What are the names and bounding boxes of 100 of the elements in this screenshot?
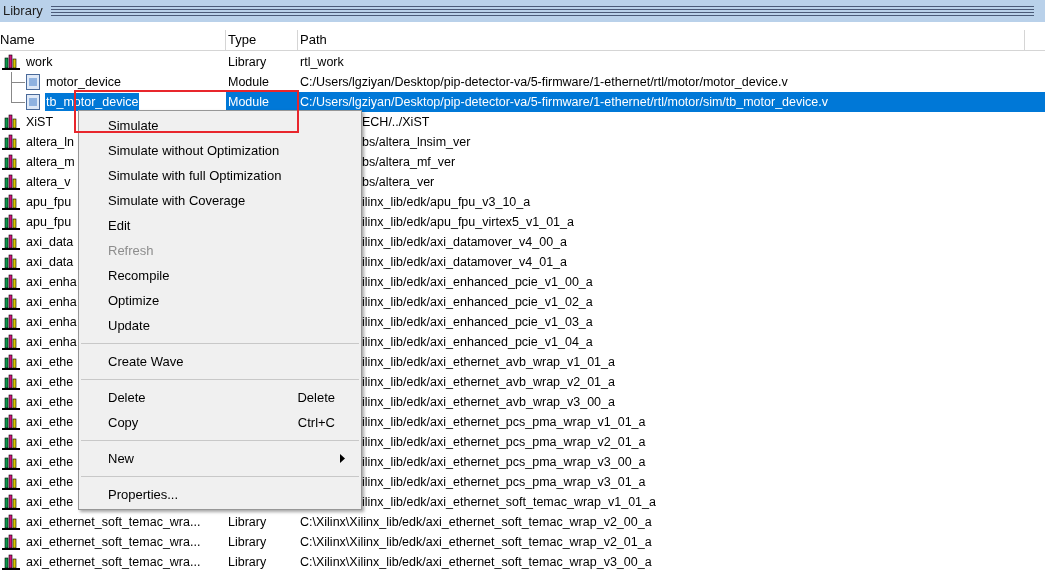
menu-item[interactable]: Update (79, 313, 361, 338)
library-name[interactable]: axi_ethe (25, 492, 75, 512)
path-cell-text: ilinx_lib/edk/axi_ethernet_avb_wrap_v2_01_a (362, 373, 615, 391)
type-cell-text: Library (227, 553, 268, 571)
menu-item[interactable]: Simulate with full Optimization (79, 163, 361, 188)
path-cell-text: ilinx_lib/edk/apu_fpu_virtex5_v1_01_a (362, 213, 574, 231)
menu-item[interactable]: Simulate without Optimization (79, 138, 361, 163)
path-cell-text: ilinx_lib/edk/axi_datamover_v4_00_a (362, 233, 567, 251)
shortcut-label: Delete (297, 388, 335, 407)
library-bars-icon (2, 414, 20, 430)
module-file-icon (26, 74, 40, 90)
library-name[interactable]: axi_ethe (25, 412, 75, 432)
library-bars-icon (2, 54, 20, 70)
library-bars-icon (2, 174, 20, 190)
path-cell-text: C:\Xilinx\Xilinx_lib/edk/axi_ethernet_soft_temac_wrap_v3_00_a (299, 553, 652, 571)
library-bars-icon (2, 154, 20, 170)
path-cell-text: bs/altera_ver (362, 173, 435, 191)
path-cell-text: C:/Users/lgziyan/Desktop/pip-detector-va/5-firmware/1-ethernet/rtl/motor/motor_device.v (299, 73, 788, 91)
path-cell-text: C:\Xilinx\Xilinx_lib/edk/axi_ethernet_soft_temac_wrap_v2_01_a (299, 533, 652, 551)
menu-item[interactable]: Properties... (79, 482, 361, 507)
path-cell-text: ilinx_lib/edk/apu_fpu_v3_10_a (362, 193, 531, 211)
library-name[interactable]: axi_data (25, 232, 75, 252)
library-name[interactable]: apu_fpu (25, 192, 73, 212)
library-bars-icon (2, 374, 20, 390)
path-cell-text: ilinx_lib/edk/axi_datamover_v4_01_a (362, 253, 567, 271)
library-name[interactable]: axi_ethe (25, 392, 75, 412)
library-name[interactable]: apu_fpu (25, 212, 73, 232)
library-bars-icon (2, 454, 20, 470)
path-cell-text: ilinx_lib/edk/axi_ethernet_pcs_pma_wrap_v2_01_a (362, 433, 646, 451)
library-bars-icon (2, 294, 20, 310)
library-bars-icon (2, 254, 20, 270)
column-header[interactable]: Type (226, 30, 298, 50)
library-name[interactable]: altera_m (25, 152, 76, 172)
path-cell-text: ilinx_lib/edk/axi_ethernet_avb_wrap_v1_01_a (362, 353, 615, 371)
library-name[interactable]: axi_enha (25, 312, 78, 332)
path-cell-text: bs/altera_mf_ver (362, 153, 456, 171)
library-bars-icon (2, 394, 20, 410)
type-cell-text: Module (227, 93, 270, 111)
shortcut-label: Ctrl+C (297, 413, 335, 432)
path-cell-text: ilinx_lib/edk/axi_enhanced_pcie_v1_04_a (362, 333, 593, 351)
column-header[interactable]: Name (0, 30, 226, 50)
menu-item[interactable]: Delete Delete (79, 385, 361, 410)
menu-item[interactable]: New (79, 446, 361, 471)
library-name[interactable]: axi_enha (25, 272, 78, 292)
library-bars-icon (2, 134, 20, 150)
path-cell-text: ilinx_lib/edk/axi_ethernet_pcs_pma_wrap_v1_01_a (362, 413, 646, 431)
path-cell-text: ilinx_lib/edk/axi_ethernet_pcs_pma_wrap_v3_00_a (362, 453, 646, 471)
menu-item[interactable]: Optimize (79, 288, 361, 313)
library-bars-icon (2, 494, 20, 510)
library-bars-icon (2, 314, 20, 330)
menu-item[interactable]: Simulate (79, 113, 361, 138)
library-name[interactable]: XiST (25, 112, 55, 132)
library-name[interactable]: axi_enha (25, 292, 78, 312)
library-name[interactable]: axi_ethe (25, 352, 75, 372)
path-cell-text: ilinx_lib/edk/axi_ethernet_avb_wrap_v3_00_a (362, 393, 615, 411)
library-name[interactable]: axi_ethe (25, 472, 75, 492)
library-bars-icon (2, 114, 20, 130)
column-header[interactable]: Path (298, 30, 1025, 50)
type-cell-text: Library (227, 53, 268, 71)
path-cell-text: rtl_work (299, 53, 344, 71)
library-bars-icon (2, 474, 20, 490)
library-name[interactable]: axi_ethe (25, 452, 75, 472)
library-bars-icon (2, 534, 20, 550)
library-name[interactable]: altera_v (25, 172, 72, 192)
library-bars-icon (2, 194, 20, 210)
library-bars-icon (2, 354, 20, 370)
path-cell-text: ilinx_lib/edk/axi_ethernet_soft_temac_wrap_v1_01_a (362, 493, 656, 511)
library-name[interactable]: axi_ethernet_soft_temac_wra... (25, 532, 202, 552)
module-file-icon (26, 94, 40, 110)
library-bars-icon (2, 334, 20, 350)
library-bars-icon (2, 514, 20, 530)
library-name[interactable]: axi_ethernet_soft_temac_wra... (25, 552, 202, 572)
library-name[interactable]: axi_ethe (25, 432, 75, 452)
library-name[interactable]: axi_ethernet_soft_temac_wra... (25, 512, 202, 532)
path-cell-text: C:\Xilinx\Xilinx_lib/edk/axi_ethernet_soft_temac_wrap_v2_00_a (299, 513, 652, 531)
library-name[interactable]: axi_ethe (25, 372, 75, 392)
library-bars-icon (2, 274, 20, 290)
path-cell-text: ECH/../XiST (362, 113, 430, 131)
library-name[interactable]: work (25, 52, 54, 72)
menu-item[interactable]: Recompile (79, 263, 361, 288)
library-name[interactable]: axi_data (25, 252, 75, 272)
path-cell-text: ilinx_lib/edk/axi_enhanced_pcie_v1_03_a (362, 313, 593, 331)
menu-item[interactable]: Create Wave (79, 349, 361, 374)
menu-item[interactable]: Copy Ctrl+C (79, 410, 361, 435)
type-cell-text: Module (227, 73, 270, 91)
type-cell-text: Library (227, 533, 268, 551)
library-bars-icon (2, 214, 20, 230)
path-cell-text: ilinx_lib/edk/axi_enhanced_pcie_v1_00_a (362, 273, 593, 291)
library-bars-icon (2, 434, 20, 450)
library-bars-icon (2, 554, 20, 570)
menu-item[interactable]: Edit (79, 213, 361, 238)
path-cell-text: bs/altera_lnsim_ver (362, 133, 471, 151)
path-cell-text: C:/Users/lgziyan/Desktop/pip-detector-va/5-firmware/1-ethernet/rtl/motor/sim/tb_motor_device.v (299, 93, 828, 111)
library-name[interactable]: motor_device (45, 72, 123, 92)
type-cell-text: Library (227, 513, 268, 531)
menu-item[interactable]: Simulate with Coverage (79, 188, 361, 213)
path-cell-text: ilinx_lib/edk/axi_enhanced_pcie_v1_02_a (362, 293, 593, 311)
panel-title: Library (3, 2, 43, 21)
library-name[interactable]: altera_ln (25, 132, 75, 152)
library-name[interactable]: axi_enha (25, 332, 78, 352)
